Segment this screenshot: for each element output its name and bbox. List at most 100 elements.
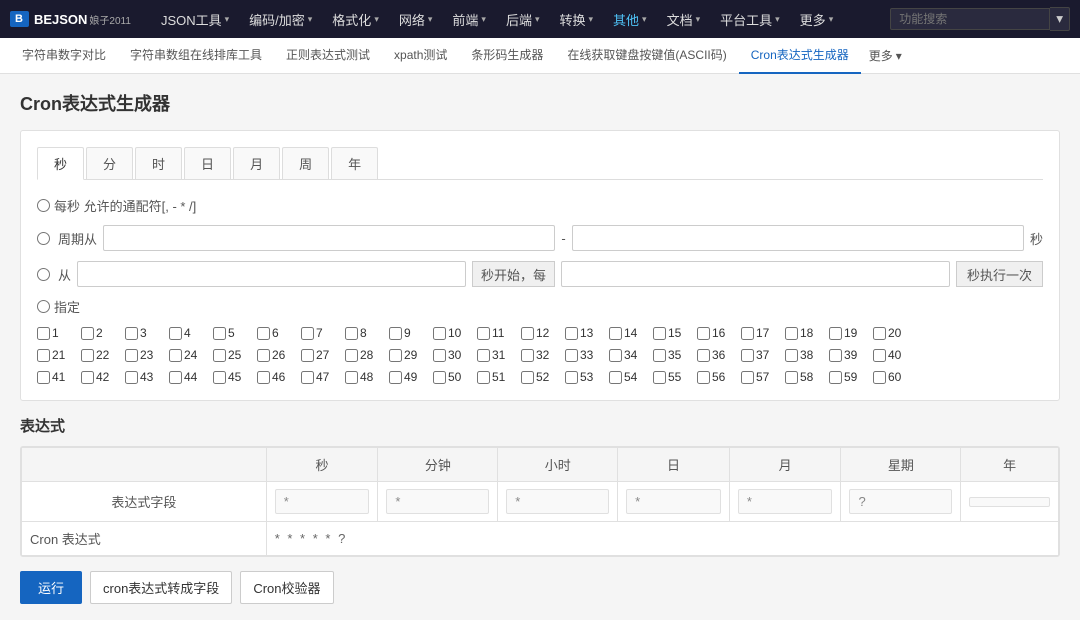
search-input[interactable] (890, 8, 1050, 30)
nav-item-platform[interactable]: 平台工具 ▾ (710, 10, 790, 29)
checkbox-1[interactable] (37, 327, 50, 340)
checkbox-52[interactable] (521, 371, 534, 384)
nav-item-frontend[interactable]: 前端 ▾ (442, 10, 496, 29)
checkbox-33[interactable] (565, 349, 578, 362)
convert-button[interactable]: cron表达式转成字段 (90, 571, 232, 604)
radio-period[interactable] (37, 232, 50, 245)
checkbox-58[interactable] (785, 371, 798, 384)
checkbox-38[interactable] (785, 349, 798, 362)
checkbox-26[interactable] (257, 349, 270, 362)
checkbox-7[interactable] (301, 327, 314, 340)
validate-button[interactable]: Cron校验器 (240, 571, 333, 604)
subnav-item-regex[interactable]: 正则表达式测试 (274, 38, 382, 74)
subnav-item-ascii[interactable]: 在线获取键盘按键值(ASCII码) (555, 38, 738, 74)
checkbox-48[interactable] (345, 371, 358, 384)
checkbox-51[interactable] (477, 371, 490, 384)
run-button[interactable]: 运行 (20, 571, 82, 604)
checkbox-60[interactable] (873, 371, 886, 384)
subnav-item-barcode[interactable]: 条形码生成器 (459, 38, 555, 74)
checkbox-12[interactable] (521, 327, 534, 340)
checkbox-42[interactable] (81, 371, 94, 384)
radio-specify-label[interactable]: 指定 (37, 297, 80, 316)
checkbox-35[interactable] (653, 349, 666, 362)
checkbox-37[interactable] (741, 349, 754, 362)
checkbox-53[interactable] (565, 371, 578, 384)
nav-item-docs[interactable]: 文档 ▾ (657, 10, 711, 29)
nav-item-backend[interactable]: 后端 ▾ (496, 10, 550, 29)
nav-item-json[interactable]: JSON工具 ▾ (151, 10, 239, 29)
checkbox-6[interactable] (257, 327, 270, 340)
nav-item-more[interactable]: 更多 ▾ (790, 10, 844, 29)
checkbox-40[interactable] (873, 349, 886, 362)
tab-second[interactable]: 秒 (37, 147, 84, 180)
checkbox-21[interactable] (37, 349, 50, 362)
checkbox-15[interactable] (653, 327, 666, 340)
checkbox-30[interactable] (433, 349, 446, 362)
checkbox-34[interactable] (609, 349, 622, 362)
checkbox-11[interactable] (477, 327, 490, 340)
checkbox-57[interactable] (741, 371, 754, 384)
checkbox-16[interactable] (697, 327, 710, 340)
radio-from-label[interactable] (37, 268, 50, 281)
checkbox-29[interactable] (389, 349, 402, 362)
period-from-input[interactable] (103, 225, 555, 251)
tab-year[interactable]: 年 (331, 147, 378, 179)
checkbox-3[interactable] (125, 327, 138, 340)
subnav-item-string-compare[interactable]: 字符串数字对比 (10, 38, 118, 74)
checkbox-17[interactable] (741, 327, 754, 340)
nav-item-network[interactable]: 网络 ▾ (389, 10, 443, 29)
checkbox-47[interactable] (301, 371, 314, 384)
checkbox-59[interactable] (829, 371, 842, 384)
nav-item-format[interactable]: 格式化 ▾ (322, 10, 389, 29)
checkbox-9[interactable] (389, 327, 402, 340)
subnav-more[interactable]: 更多 ▾ (861, 47, 910, 64)
nav-item-other[interactable]: 其他 ▾ (603, 10, 657, 29)
nav-item-encode[interactable]: 编码/加密 ▾ (239, 10, 322, 29)
checkbox-2[interactable] (81, 327, 94, 340)
tab-hour[interactable]: 时 (135, 147, 182, 179)
checkbox-22[interactable] (81, 349, 94, 362)
checkbox-41[interactable] (37, 371, 50, 384)
checkbox-18[interactable] (785, 327, 798, 340)
subnav-item-xpath[interactable]: xpath测试 (382, 38, 459, 74)
checkbox-20[interactable] (873, 327, 886, 340)
tab-month[interactable]: 月 (233, 147, 280, 179)
radio-every-second[interactable] (37, 199, 50, 212)
checkbox-32[interactable] (521, 349, 534, 362)
radio-from[interactable] (37, 268, 50, 281)
checkbox-10[interactable] (433, 327, 446, 340)
radio-every-second-label[interactable]: 每秒 允许的通配符[, - * /] (37, 196, 196, 215)
checkbox-49[interactable] (389, 371, 402, 384)
checkbox-24[interactable] (169, 349, 182, 362)
checkbox-45[interactable] (213, 371, 226, 384)
from-value-input[interactable] (77, 261, 466, 287)
nav-item-convert[interactable]: 转换 ▾ (549, 10, 603, 29)
checkbox-31[interactable] (477, 349, 490, 362)
period-to-input[interactable] (572, 225, 1024, 251)
checkbox-36[interactable] (697, 349, 710, 362)
checkbox-19[interactable] (829, 327, 842, 340)
checkbox-14[interactable] (609, 327, 622, 340)
tab-minute[interactable]: 分 (86, 147, 133, 179)
checkbox-4[interactable] (169, 327, 182, 340)
checkbox-8[interactable] (345, 327, 358, 340)
checkbox-25[interactable] (213, 349, 226, 362)
checkbox-13[interactable] (565, 327, 578, 340)
checkbox-55[interactable] (653, 371, 666, 384)
tab-week[interactable]: 周 (282, 147, 329, 179)
radio-period-label[interactable] (37, 232, 50, 245)
checkbox-44[interactable] (169, 371, 182, 384)
subnav-item-string-sort[interactable]: 字符串数组在线排库工具 (118, 38, 274, 74)
radio-specify[interactable] (37, 300, 50, 313)
search-button[interactable]: ▾ (1050, 7, 1070, 31)
tab-day[interactable]: 日 (184, 147, 231, 179)
checkbox-56[interactable] (697, 371, 710, 384)
checkbox-46[interactable] (257, 371, 270, 384)
checkbox-5[interactable] (213, 327, 226, 340)
subnav-item-cron[interactable]: Cron表达式生成器 (739, 38, 861, 74)
checkbox-23[interactable] (125, 349, 138, 362)
checkbox-28[interactable] (345, 349, 358, 362)
checkbox-39[interactable] (829, 349, 842, 362)
checkbox-27[interactable] (301, 349, 314, 362)
checkbox-43[interactable] (125, 371, 138, 384)
